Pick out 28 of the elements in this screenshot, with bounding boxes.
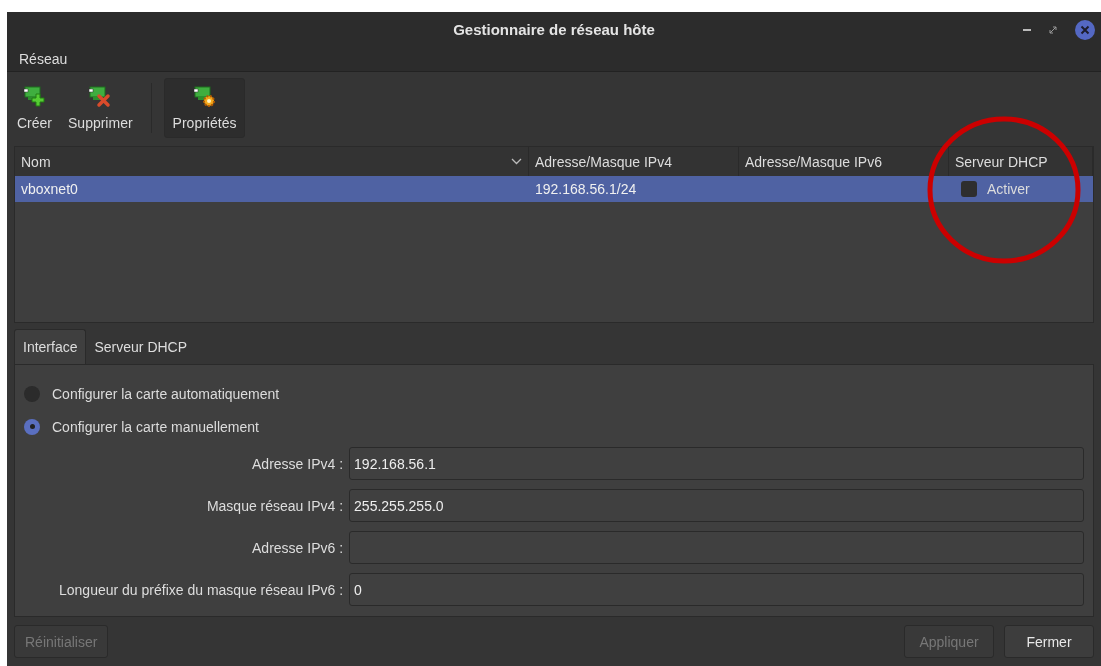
network-card-icon <box>22 85 47 110</box>
radio-button[interactable] <box>24 418 40 435</box>
table-cell-text: vboxnet0 <box>20 181 79 198</box>
field-label: Adresse IPv6 : <box>251 539 344 556</box>
table-row[interactable]: vboxnet0 192.168.56.1/24 Activer <box>15 176 1093 203</box>
restore-icon[interactable] <box>1049 26 1057 34</box>
checkbox-label: Activer <box>987 181 1030 198</box>
field-label: Masque réseau IPv4 : <box>205 497 344 514</box>
close-icon[interactable] <box>1075 20 1095 40</box>
tab[interactable]: Serveur DHCP <box>86 329 196 364</box>
table-cell-text: 192.168.56.1/24 <box>534 181 638 198</box>
input-field[interactable]: 192.168.56.1 <box>349 447 1084 480</box>
network-card-icon <box>192 85 217 110</box>
dialog-button[interactable]: Fermer <box>1004 625 1094 658</box>
radio-label: Configurer la carte manuellement <box>52 418 259 435</box>
input-field[interactable]: 0 <box>349 573 1084 606</box>
radio-label: Configurer la carte automatiquement <box>52 385 280 402</box>
window-title: Gestionnaire de réseau hôte <box>453 21 655 39</box>
checkbox[interactable] <box>961 181 977 198</box>
menu-item[interactable]: Réseau <box>19 51 68 68</box>
toolbar-button[interactable]: Supprimer <box>62 78 139 139</box>
field-label: Longueur du préfixe du masque réseau IPv6 : <box>59 581 344 598</box>
toolbar-button[interactable]: Propriétés <box>163 78 246 139</box>
toolbar-button[interactable]: Créer <box>11 78 58 139</box>
field-label: Adresse IPv4 : <box>251 455 344 472</box>
input-field[interactable]: 255.255.255.0 <box>349 489 1084 522</box>
tab[interactable]: Interface <box>14 329 87 364</box>
network-card-icon <box>88 85 113 110</box>
